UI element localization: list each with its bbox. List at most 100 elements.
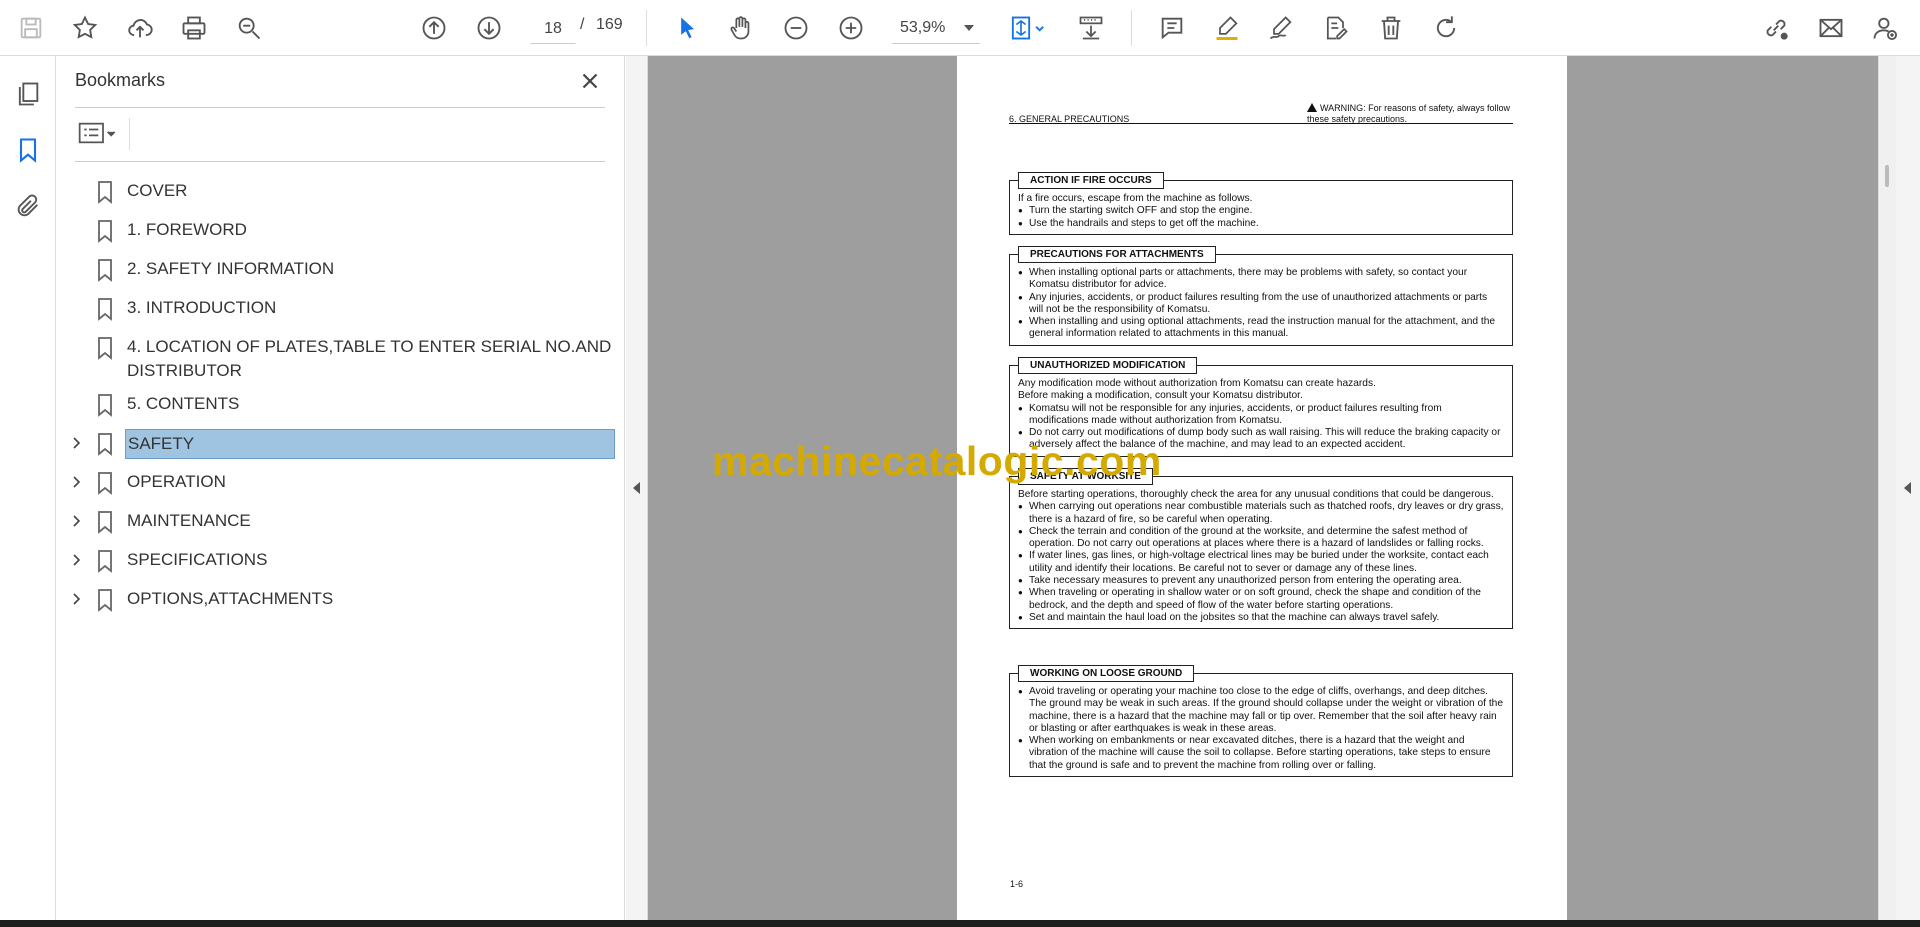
section-box: PRECAUTIONS FOR ATTACHMENTS When install… bbox=[1009, 246, 1513, 346]
bookmark-icon bbox=[95, 297, 115, 321]
star-icon[interactable] bbox=[66, 9, 104, 47]
section-bullet: When carrying out operations near combus… bbox=[1018, 501, 1504, 526]
section-bullet: When traveling or operating in shallow w… bbox=[1018, 587, 1504, 612]
header-rule bbox=[1009, 123, 1513, 124]
bookmark-label: SAFETY bbox=[125, 429, 615, 459]
section-title: ACTION IF FIRE OCCURS bbox=[1018, 172, 1164, 189]
attachment-icon[interactable] bbox=[10, 188, 46, 224]
mail-icon[interactable] bbox=[1812, 9, 1850, 47]
page-up-icon[interactable] bbox=[415, 9, 453, 47]
chevron-right-icon[interactable] bbox=[70, 475, 84, 489]
section-bullet: If water lines, gas lines, or high-volta… bbox=[1018, 550, 1504, 575]
bookmark-item[interactable]: COVER bbox=[57, 172, 625, 211]
chevron-left-icon bbox=[633, 482, 640, 494]
delete-icon[interactable] bbox=[1372, 9, 1410, 47]
comment-icon[interactable] bbox=[1153, 9, 1191, 47]
bookmark-item[interactable]: OPERATION bbox=[57, 463, 625, 502]
bookmark-item[interactable]: 1. FOREWORD bbox=[57, 211, 625, 250]
bookmark-icon bbox=[95, 432, 115, 456]
bookmarks-panel: Bookmarks COVER 1. FOREWORD 2. SAFETY IN… bbox=[57, 56, 625, 920]
zoom-out-icon[interactable] bbox=[777, 9, 815, 47]
page-separator: / bbox=[580, 16, 585, 33]
page-number-input[interactable]: 18 bbox=[530, 12, 576, 44]
page-number: 1-6 bbox=[1010, 879, 1024, 889]
edit-text-icon[interactable] bbox=[1317, 9, 1355, 47]
list-options-icon bbox=[78, 122, 116, 144]
select-cursor-icon[interactable] bbox=[668, 9, 706, 47]
bookmark-item[interactable]: 2. SAFETY INFORMATION bbox=[57, 250, 625, 289]
bookmark-item[interactable]: OPTIONS,ATTACHMENTS bbox=[57, 580, 625, 619]
warning-icon bbox=[1307, 103, 1317, 112]
toolbar-divider bbox=[646, 10, 647, 46]
hand-icon[interactable] bbox=[722, 9, 760, 47]
watermark-text: machinecatalogic.com bbox=[712, 438, 1162, 484]
section-text: Any modification mode without authorizat… bbox=[1018, 378, 1376, 389]
bookmark-icon bbox=[95, 471, 115, 495]
bookmark-item-selected[interactable]: SAFETY bbox=[57, 424, 625, 463]
pages-icon[interactable] bbox=[10, 76, 46, 112]
bookmark-icon bbox=[95, 336, 115, 360]
section-bullet: When working on embankments or near exca… bbox=[1018, 735, 1504, 772]
page-header-warning: WARNING: For reasons of safety, always f… bbox=[1307, 103, 1517, 125]
collapse-panel-button[interactable] bbox=[626, 56, 648, 920]
section-bullet: Set and maintain the haul load on the jo… bbox=[1018, 612, 1504, 625]
section-box: WORKING ON LOOSE GROUND Avoid traveling … bbox=[1009, 665, 1513, 778]
bookmark-icon bbox=[95, 549, 115, 573]
taskbar-strip bbox=[0, 920, 1920, 927]
left-rail bbox=[0, 56, 56, 920]
bookmark-label: MAINTENANCE bbox=[127, 511, 251, 530]
bookmark-icon bbox=[95, 510, 115, 534]
section-bullet: Turn the starting switch OFF and stop th… bbox=[1018, 205, 1504, 218]
bookmark-label: OPERATION bbox=[127, 472, 226, 491]
bookmark-icon bbox=[95, 588, 115, 612]
pdf-page: 6. GENERAL PRECAUTIONS WARNING: For reas… bbox=[957, 56, 1567, 920]
section-bullet: Any injuries, accidents, or product fail… bbox=[1018, 292, 1504, 317]
bookmark-list: COVER 1. FOREWORD 2. SAFETY INFORMATION … bbox=[57, 172, 625, 619]
section-bullet: When installing and using optional attac… bbox=[1018, 316, 1504, 341]
section-bullet: Check the terrain and condition of the g… bbox=[1018, 526, 1504, 551]
bookmark-item[interactable]: 3. INTRODUCTION bbox=[57, 289, 625, 328]
bookmark-options-button[interactable] bbox=[75, 118, 121, 148]
zoom-in-icon[interactable] bbox=[832, 9, 870, 47]
rotate-icon[interactable] bbox=[1427, 9, 1465, 47]
bookmark-item[interactable]: 4. LOCATION OF PLATES,TABLE TO ENTER SER… bbox=[57, 328, 625, 385]
share-link-icon[interactable] bbox=[1757, 9, 1795, 47]
toolbar-divider bbox=[1131, 10, 1132, 46]
zoom-level-select[interactable]: 53,9% bbox=[892, 12, 980, 44]
account-icon[interactable] bbox=[1866, 9, 1904, 47]
bookmark-item[interactable]: 5. CONTENTS bbox=[57, 385, 625, 424]
highlight-icon[interactable] bbox=[1208, 9, 1246, 47]
bookmark-icon bbox=[95, 393, 115, 417]
bookmark-item[interactable]: SPECIFICATIONS bbox=[57, 541, 625, 580]
scrollbar-thumb[interactable] bbox=[1885, 165, 1889, 187]
cloud-upload-icon[interactable] bbox=[121, 9, 159, 47]
sign-icon[interactable] bbox=[1262, 9, 1300, 47]
chevron-left-icon bbox=[1904, 482, 1911, 494]
chevron-right-icon[interactable] bbox=[70, 592, 84, 606]
bookmark-icon bbox=[95, 258, 115, 282]
page-down-icon[interactable] bbox=[470, 9, 508, 47]
main-toolbar: 18 / 169 53,9% bbox=[0, 0, 1920, 56]
chevron-right-icon[interactable] bbox=[70, 553, 84, 567]
close-icon[interactable] bbox=[577, 68, 603, 94]
bookmark-icon bbox=[95, 219, 115, 243]
panel-divider bbox=[75, 161, 605, 162]
save-icon[interactable] bbox=[12, 9, 50, 47]
bookmark-item[interactable]: MAINTENANCE bbox=[57, 502, 625, 541]
chevron-right-icon[interactable] bbox=[70, 436, 84, 450]
bookmark-label: SPECIFICATIONS bbox=[127, 550, 268, 569]
chevron-down-icon bbox=[964, 25, 974, 31]
bookmark-label: 5. CONTENTS bbox=[127, 394, 240, 413]
bookmark-icon bbox=[95, 180, 115, 204]
section-bullet: Take necessary measures to prevent any u… bbox=[1018, 575, 1504, 588]
fit-page-icon[interactable] bbox=[1002, 9, 1054, 47]
zoom-level-value: 53,9% bbox=[900, 19, 946, 36]
chevron-right-icon[interactable] bbox=[70, 514, 84, 528]
section-box: SAFETY AT WORKSITE Before starting opera… bbox=[1009, 468, 1513, 630]
zoom-search-icon[interactable] bbox=[230, 9, 268, 47]
section-text: If a fire occurs, escape from the machin… bbox=[1018, 193, 1253, 204]
print-icon[interactable] bbox=[175, 9, 213, 47]
bookmark-icon[interactable] bbox=[10, 132, 46, 168]
section-bullet: Avoid traveling or operating your machin… bbox=[1018, 686, 1504, 735]
scroll-mode-icon[interactable] bbox=[1072, 9, 1110, 47]
